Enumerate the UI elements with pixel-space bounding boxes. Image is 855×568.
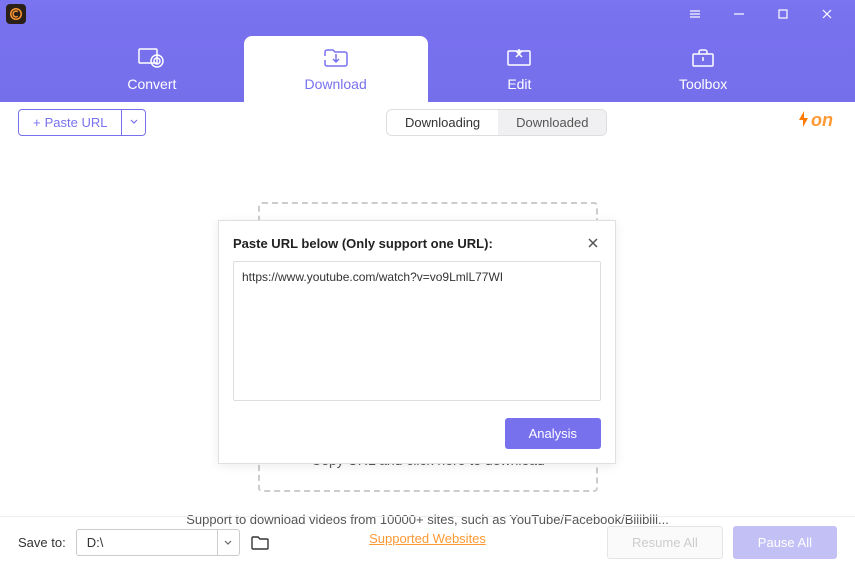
dialog-title: Paste URL below (Only support one URL): bbox=[233, 236, 585, 251]
convert-icon bbox=[137, 46, 167, 70]
resume-all-button[interactable]: Resume All bbox=[607, 526, 723, 559]
tab-label: Edit bbox=[507, 76, 531, 92]
tab-downloading[interactable]: Downloading bbox=[387, 110, 498, 135]
menu-icon[interactable] bbox=[673, 0, 717, 28]
tab-label: Download bbox=[304, 76, 366, 92]
close-icon[interactable] bbox=[805, 0, 849, 28]
paste-label: Paste URL bbox=[45, 115, 108, 130]
download-status-tabs: Downloading Downloaded bbox=[386, 109, 607, 136]
tab-downloaded[interactable]: Downloaded bbox=[498, 110, 606, 135]
tab-label: Toolbox bbox=[679, 76, 727, 92]
app-logo bbox=[6, 4, 26, 24]
download-icon bbox=[321, 46, 351, 70]
edit-icon bbox=[504, 46, 534, 70]
chevron-down-icon[interactable] bbox=[217, 530, 239, 555]
footer-bar: Save to: D:\ Resume All Pause All bbox=[0, 516, 855, 568]
paste-url-button[interactable]: + Paste URL bbox=[18, 109, 122, 136]
minimize-icon[interactable] bbox=[717, 0, 761, 28]
paste-url-dropdown[interactable] bbox=[122, 109, 146, 136]
maximize-icon[interactable] bbox=[761, 0, 805, 28]
tab-download[interactable]: Download bbox=[244, 36, 428, 102]
paste-url-dialog: Paste URL below (Only support one URL): … bbox=[218, 220, 616, 464]
tab-toolbox[interactable]: Toolbox bbox=[611, 36, 795, 102]
analysis-button[interactable]: Analysis bbox=[505, 418, 601, 449]
titlebar bbox=[0, 0, 855, 28]
save-path-value: D:\ bbox=[77, 530, 217, 555]
pause-all-button[interactable]: Pause All bbox=[733, 526, 837, 559]
content-area: Copy URL and click here to download Supp… bbox=[0, 142, 855, 512]
tab-edit[interactable]: Edit bbox=[428, 36, 612, 102]
toolbar: + Paste URL Downloading Downloaded on bbox=[0, 102, 855, 142]
close-icon[interactable] bbox=[585, 235, 601, 251]
plus-icon: + bbox=[33, 115, 41, 130]
brand-logo: on bbox=[797, 110, 833, 131]
url-input[interactable] bbox=[233, 261, 601, 401]
paste-url-group: + Paste URL bbox=[18, 109, 146, 136]
save-to-label: Save to: bbox=[18, 535, 66, 550]
toolbox-icon bbox=[688, 46, 718, 70]
tab-label: Convert bbox=[127, 76, 176, 92]
open-folder-button[interactable] bbox=[250, 535, 270, 551]
save-path-select[interactable]: D:\ bbox=[76, 529, 240, 556]
main-tabs: Convert Download Edit Toolbox bbox=[0, 28, 855, 102]
tab-convert[interactable]: Convert bbox=[60, 36, 244, 102]
